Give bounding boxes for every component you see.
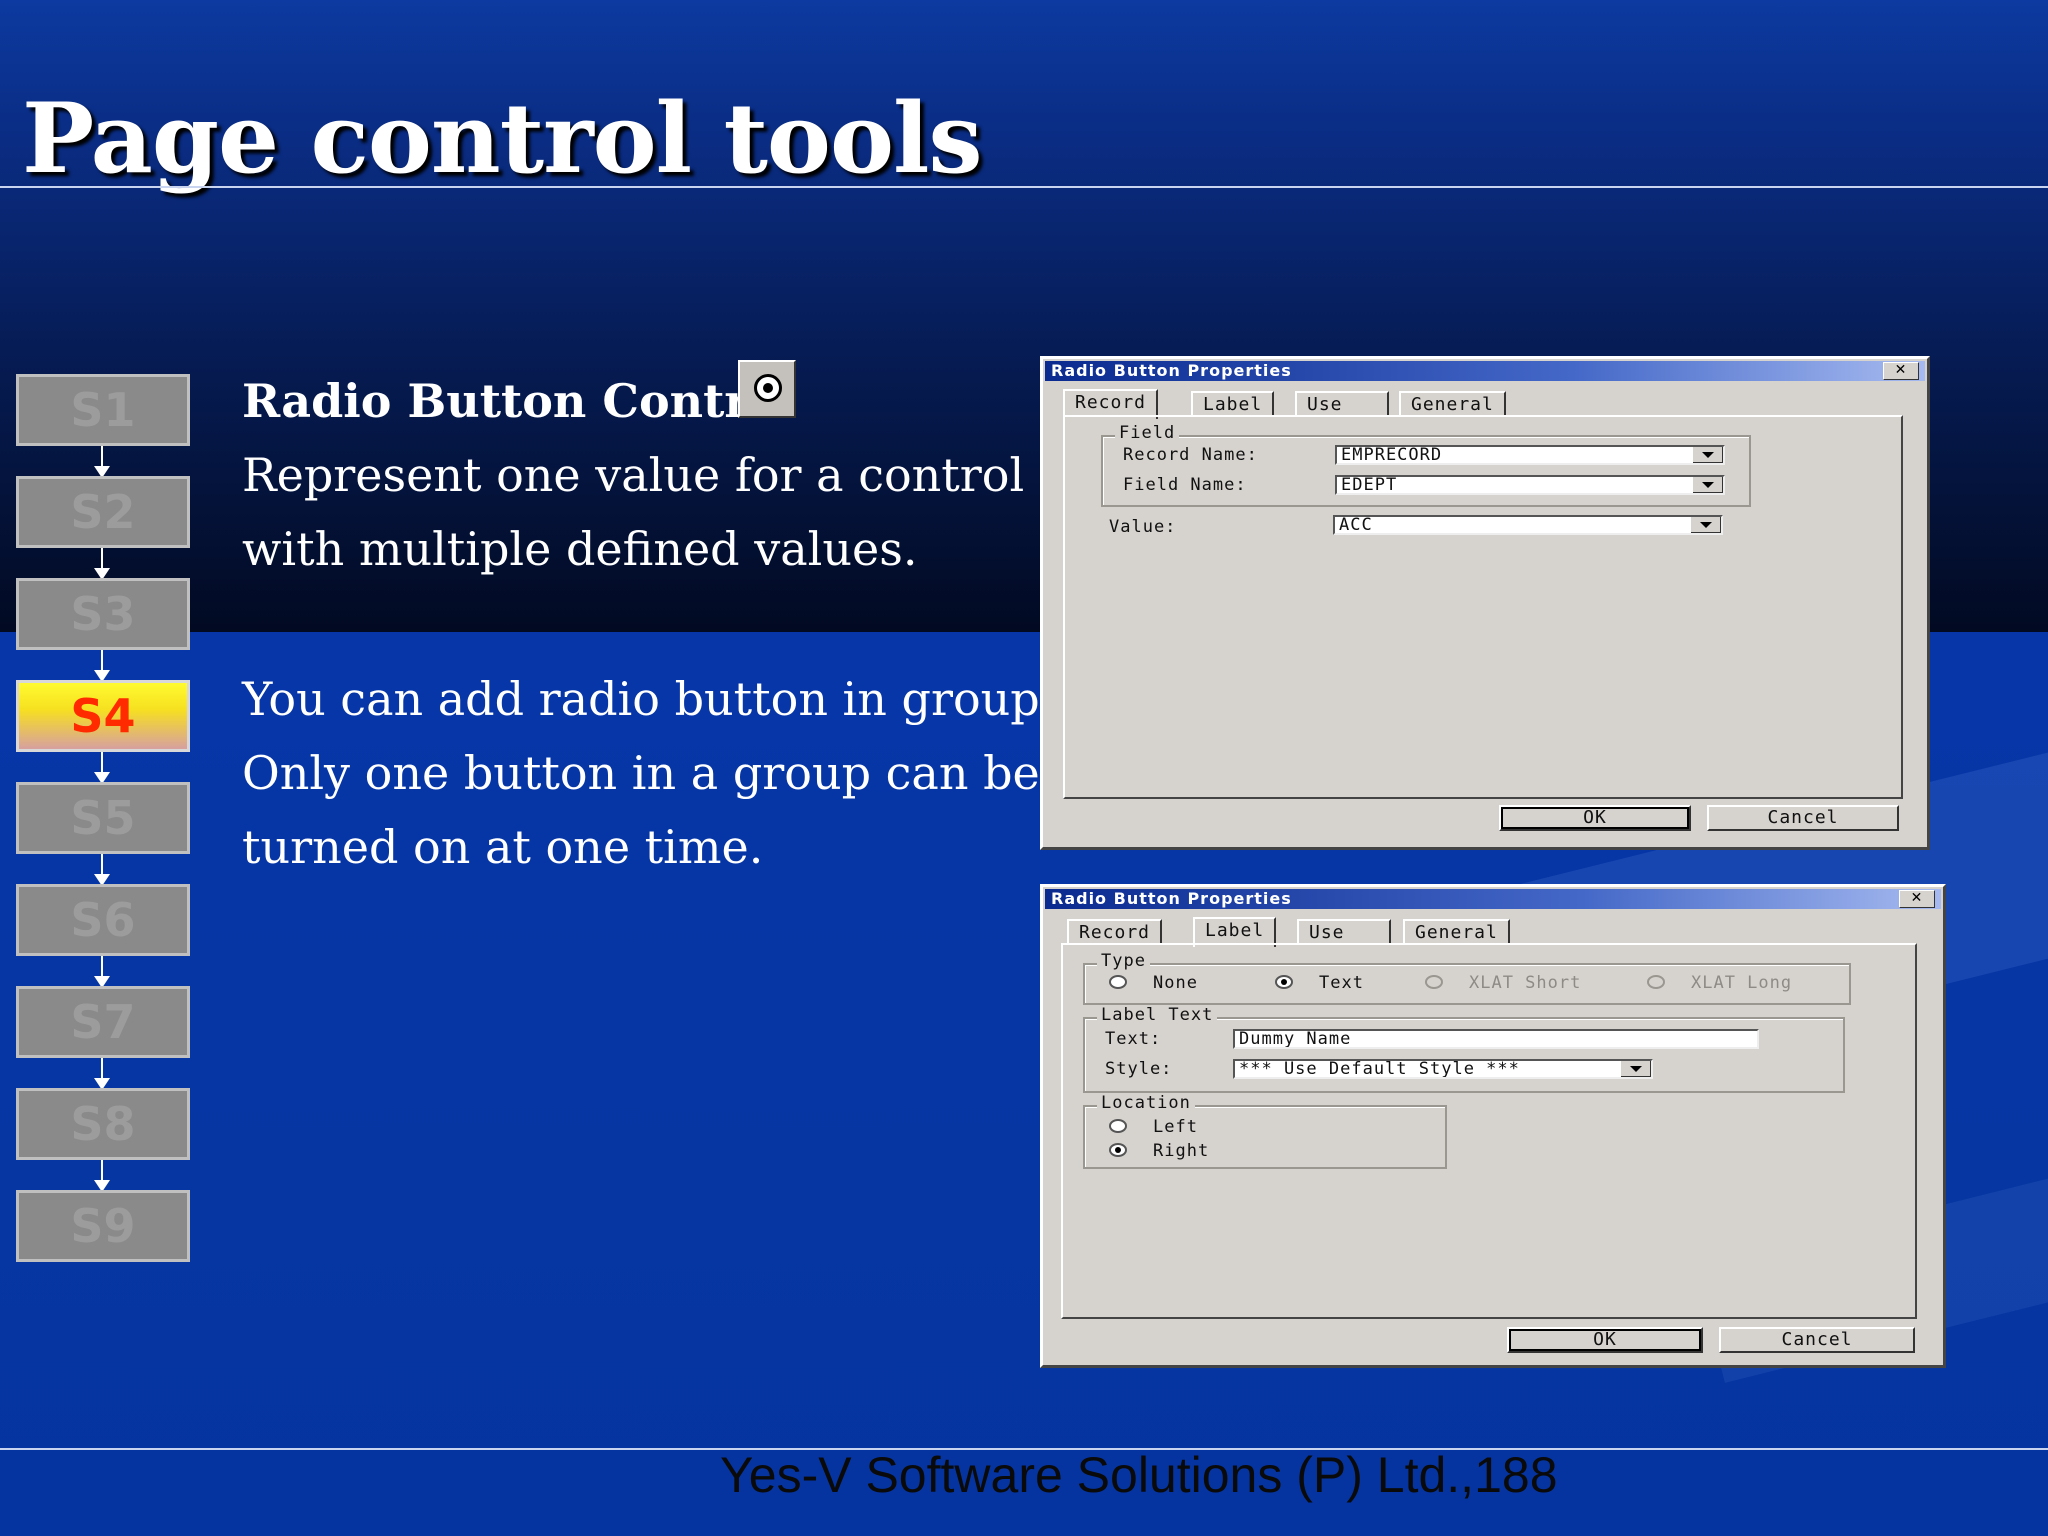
field-name-value: EDEPT: [1341, 475, 1398, 495]
dialog-titlebar: Radio Button Properties ✕: [1045, 889, 1941, 909]
record-name-combo[interactable]: EMPRECORD: [1335, 445, 1725, 465]
type-none-radio[interactable]: [1109, 975, 1127, 989]
field-groupbox: Field Record Name: EMPRECORD Field Name:…: [1101, 423, 1751, 507]
step-arrow-icon: [94, 752, 110, 784]
step-s3[interactable]: S3: [16, 578, 190, 650]
dialog-title: Radio Button Properties: [1051, 889, 1292, 908]
record-name-label: Record Name:: [1123, 445, 1258, 465]
tab-panel: Field Record Name: EMPRECORD Field Name:…: [1063, 415, 1903, 799]
chevron-down-icon[interactable]: [1692, 477, 1723, 493]
type-group-label: Type: [1097, 951, 1150, 971]
type-none-label: None: [1153, 973, 1198, 993]
value-label: Value:: [1109, 517, 1177, 537]
field-name-label: Field Name:: [1123, 475, 1247, 495]
step-s4[interactable]: S4: [16, 680, 190, 752]
radio-button-icon: [738, 360, 796, 418]
step-arrow-icon: [94, 446, 110, 478]
step-arrow-icon: [94, 1160, 110, 1192]
tab-record[interactable]: Record: [1067, 919, 1163, 945]
type-xlat-short-radio: [1425, 975, 1443, 989]
cancel-button[interactable]: Cancel: [1707, 805, 1899, 831]
location-groupbox: Location Left Right: [1083, 1093, 1447, 1169]
close-button[interactable]: ✕: [1883, 362, 1919, 380]
step-s5[interactable]: S5: [16, 782, 190, 854]
type-xlat-long-label: XLAT Long: [1691, 973, 1793, 993]
label-text-groupbox: Label Text Text: Dummy Name Style: *** U…: [1083, 1005, 1845, 1093]
title-divider: [0, 186, 2048, 188]
description-line: turned on at one time.: [242, 820, 764, 874]
record-name-value: EMPRECORD: [1341, 445, 1443, 465]
text-input-value: Dummy Name: [1239, 1029, 1352, 1049]
tab-panel: Type None Text XLAT Short XLAT Long Labe…: [1061, 943, 1917, 1319]
dialog-title: Radio Button Properties: [1051, 361, 1292, 380]
step-arrow-icon: [94, 1058, 110, 1090]
cancel-button[interactable]: Cancel: [1719, 1327, 1915, 1353]
close-button[interactable]: ✕: [1899, 890, 1935, 908]
text-label: Text:: [1105, 1029, 1162, 1049]
tab-label[interactable]: Label: [1191, 391, 1275, 417]
type-xlat-short-label: XLAT Short: [1469, 973, 1582, 993]
text-input[interactable]: Dummy Name: [1233, 1029, 1759, 1049]
section-heading: Radio Button Control: [242, 374, 797, 428]
step-s8[interactable]: S8: [16, 1088, 190, 1160]
value-value: ACC: [1339, 515, 1373, 535]
step-arrow-icon: [94, 854, 110, 886]
step-s7[interactable]: S7: [16, 986, 190, 1058]
location-left-radio[interactable]: [1109, 1119, 1127, 1133]
description-line: Represent one value for a control: [242, 448, 1025, 502]
style-label: Style:: [1105, 1059, 1173, 1079]
style-combo[interactable]: *** Use Default Style ***: [1233, 1059, 1653, 1079]
chevron-down-icon[interactable]: [1690, 517, 1721, 533]
tab-use[interactable]: Use: [1297, 919, 1391, 945]
description-line: You can add radio button in groups.: [242, 672, 1078, 726]
tab-general[interactable]: General: [1403, 919, 1510, 945]
label-text-group-label: Label Text: [1097, 1005, 1218, 1025]
field-name-combo[interactable]: EDEPT: [1335, 475, 1725, 495]
footer-text: Yes-V Software Solutions (P) Ltd.,188: [720, 1447, 1558, 1503]
type-xlat-long-radio: [1647, 975, 1665, 989]
location-group-label: Location: [1097, 1093, 1195, 1113]
radio-button-properties-dialog-label: Radio Button Properties ✕ Record Label U…: [1040, 884, 1946, 1368]
tab-use[interactable]: Use: [1295, 391, 1389, 417]
ok-button[interactable]: OK: [1507, 1327, 1703, 1353]
step-s1[interactable]: S1: [16, 374, 190, 446]
description-line: Only one button in a group can be: [242, 746, 1040, 800]
location-left-label: Left: [1153, 1117, 1198, 1137]
type-text-radio[interactable]: [1275, 975, 1293, 989]
field-group-label: Field: [1115, 423, 1180, 443]
dialog-titlebar: Radio Button Properties ✕: [1045, 361, 1925, 381]
location-right-radio[interactable]: [1109, 1143, 1127, 1157]
step-arrow-icon: [94, 548, 110, 580]
step-arrow-icon: [94, 650, 110, 682]
chevron-down-icon[interactable]: [1620, 1061, 1651, 1077]
step-arrow-icon: [94, 956, 110, 988]
step-s2[interactable]: S2: [16, 476, 190, 548]
value-combo[interactable]: ACC: [1333, 515, 1723, 535]
description-line: with multiple defined values.: [242, 522, 918, 576]
type-groupbox: Type None Text XLAT Short XLAT Long: [1083, 951, 1851, 1005]
style-value: *** Use Default Style ***: [1239, 1059, 1520, 1079]
step-s6[interactable]: S6: [16, 884, 190, 956]
type-text-label: Text: [1319, 973, 1364, 993]
step-s9[interactable]: S9: [16, 1190, 190, 1262]
chevron-down-icon[interactable]: [1692, 447, 1723, 463]
location-right-label: Right: [1153, 1141, 1210, 1161]
ok-button[interactable]: OK: [1499, 805, 1691, 831]
tab-general[interactable]: General: [1399, 391, 1506, 417]
radio-button-properties-dialog-record: Radio Button Properties ✕ Record Label U…: [1040, 356, 1930, 850]
slide-title: Page control tools: [22, 82, 982, 195]
